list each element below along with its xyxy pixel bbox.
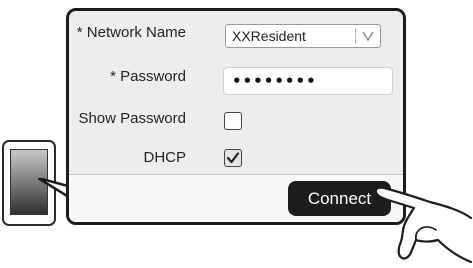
- password-value: ••••••••: [232, 72, 317, 90]
- network-name-label: * Network Name: [76, 24, 186, 41]
- password-field[interactable]: ••••••••: [223, 67, 393, 95]
- password-label: * Password: [110, 68, 186, 85]
- network-name-select[interactable]: XXResident: [225, 24, 381, 48]
- select-divider: [355, 28, 356, 44]
- dhcp-label: DHCP: [143, 149, 186, 166]
- show-password-checkbox[interactable]: [224, 112, 242, 130]
- wifi-settings-panel: * Network Name XXResident * Password •••…: [66, 8, 406, 225]
- network-name-value: XXResident: [232, 28, 306, 44]
- chevron-down-icon: [362, 31, 374, 42]
- show-password-label: Show Password: [78, 110, 186, 127]
- hand-pointer-icon: [374, 186, 473, 264]
- dhcp-checkbox[interactable]: [224, 149, 242, 167]
- checkmark-icon: [226, 152, 240, 164]
